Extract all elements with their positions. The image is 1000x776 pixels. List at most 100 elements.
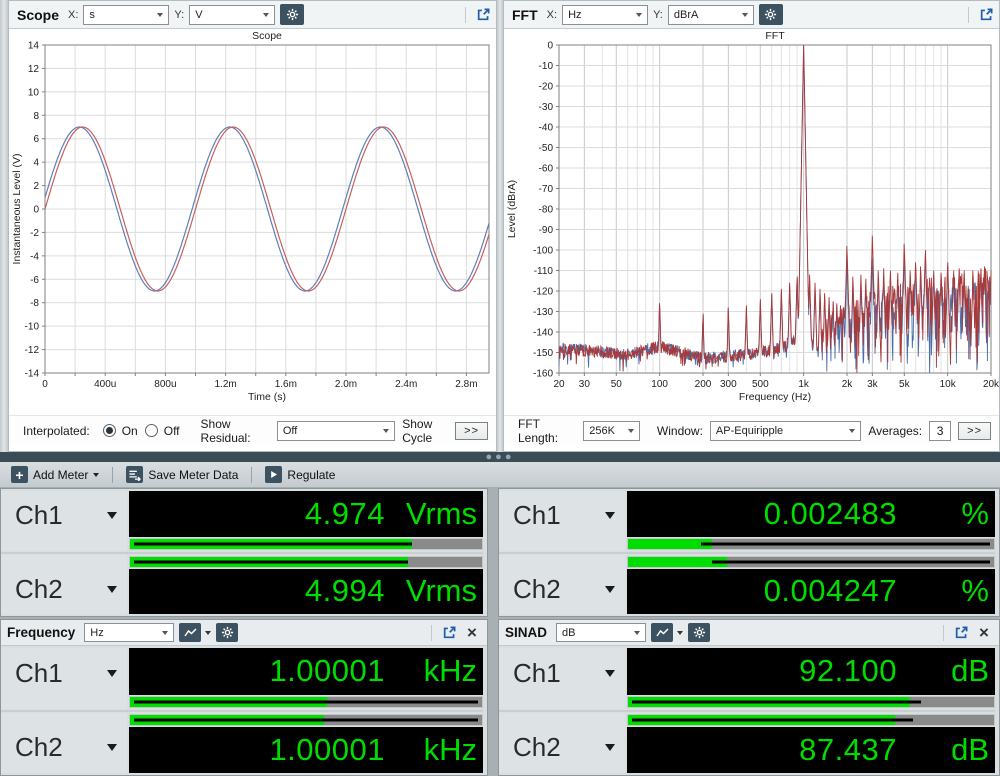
- svg-text:2k: 2k: [842, 379, 854, 390]
- fft-x-axis-label: X:: [547, 9, 557, 21]
- sinad-ch2-select[interactable]: Ch2: [499, 713, 625, 774]
- fft-popout-button[interactable]: [977, 6, 995, 24]
- frequency-ch1-select[interactable]: Ch1: [1, 648, 127, 709]
- svg-text:200: 200: [695, 379, 712, 390]
- gear-icon: [286, 8, 299, 21]
- chevron-down-icon: [162, 631, 168, 635]
- svg-text:2: 2: [33, 181, 39, 192]
- sinad-ch1-value-display: 92.100 dB: [627, 648, 995, 695]
- frequency-ch1-bar: [129, 696, 483, 708]
- chevron-down-icon[interactable]: [677, 631, 683, 635]
- svg-text:20: 20: [553, 379, 565, 390]
- chevron-down-icon: [107, 586, 117, 593]
- svg-text:-70: -70: [539, 184, 554, 195]
- show-residual-select[interactable]: Off: [277, 421, 395, 441]
- scope-x-axis-label: X:: [68, 9, 78, 21]
- frequency-ch2-select[interactable]: Ch2: [1, 713, 127, 774]
- fft-more-button[interactable]: >>: [958, 422, 991, 440]
- fft-y-unit-select[interactable]: dBrA: [668, 5, 754, 25]
- svg-text:-140: -140: [533, 328, 553, 339]
- scope-chart[interactable]: -14-12-10-8-6-4-2024681012140400u800u1.2…: [9, 29, 496, 415]
- sinad-ch1-bar: [627, 696, 995, 708]
- interpolated-on-label: On: [122, 424, 138, 438]
- left-panel-gutter[interactable]: [0, 0, 8, 452]
- chevron-down-icon: [605, 670, 615, 677]
- sinad-meter-title: SINAD: [505, 625, 547, 640]
- sinad-meter-header: SINAD dB ×: [499, 620, 999, 646]
- scope-popout-button[interactable]: [474, 6, 492, 24]
- frequency-unit-select[interactable]: Hz: [84, 623, 174, 642]
- sinad-meter-panel: SINAD dB ×: [498, 619, 1000, 776]
- interpolated-off-radio[interactable]: [145, 424, 158, 437]
- meter-channel-row: Ch2 0.004247 %: [499, 555, 995, 615]
- svg-text:-14: -14: [25, 369, 40, 380]
- add-meter-button[interactable]: + Add Meter: [6, 464, 104, 485]
- svg-text:100: 100: [651, 379, 668, 390]
- scope-controls: Interpolated: On Off Show Residual: Off …: [9, 415, 496, 445]
- save-meter-data-button[interactable]: Save Meter Data: [121, 464, 243, 485]
- svg-text:-6: -6: [30, 275, 39, 286]
- sinad-ch1-select[interactable]: Ch1: [499, 648, 625, 709]
- rms-ch1-value-display: 4.974 Vrms: [129, 491, 483, 537]
- svg-text:0: 0: [42, 379, 48, 390]
- frequency-ch2-value-display: 1.00001 kHz: [129, 727, 483, 774]
- frequency-ch2-bar: [129, 714, 483, 726]
- svg-text:2.8m: 2.8m: [455, 379, 477, 390]
- sinad-unit-select[interactable]: dB: [556, 623, 646, 642]
- svg-text:-160: -160: [533, 369, 553, 380]
- frequency-settings-button[interactable]: [216, 623, 238, 642]
- fft-x-unit-select[interactable]: Hz: [562, 5, 648, 25]
- frequency-close-button[interactable]: ×: [463, 624, 481, 642]
- meter-channel-row: Ch1 4.974 Vrms: [1, 491, 483, 551]
- rms-ch1-select[interactable]: Ch1: [1, 491, 127, 551]
- svg-text:2.0m: 2.0m: [335, 379, 357, 390]
- svg-text:Time (s): Time (s): [248, 391, 286, 403]
- svg-text:-80: -80: [539, 205, 554, 216]
- thdn-ch1-select[interactable]: Ch1: [499, 491, 625, 551]
- rms-ch1-bar: [129, 538, 483, 550]
- scope-x-unit-select[interactable]: s: [83, 5, 169, 25]
- rms-ch2-select[interactable]: Ch2: [1, 555, 127, 615]
- sinad-close-button[interactable]: ×: [975, 624, 993, 642]
- svg-text:Scope: Scope: [252, 30, 282, 42]
- averages-input[interactable]: 3: [929, 421, 951, 441]
- popout-icon: [954, 625, 969, 640]
- fft-settings-button[interactable]: [759, 4, 783, 25]
- fft-chart[interactable]: -160-150-140-130-120-110-100-90-80-70-60…: [504, 29, 999, 415]
- svg-text:-60: -60: [539, 164, 554, 175]
- svg-text:-10: -10: [539, 61, 554, 72]
- show-cycle-button[interactable]: >>: [455, 422, 488, 440]
- mini-chart-icon: [184, 628, 197, 638]
- thdn-ch2-bar: [627, 556, 995, 568]
- frequency-meter-panel: Frequency Hz ×: [0, 619, 488, 776]
- chevron-down-icon: [605, 512, 615, 519]
- svg-text:2.4m: 2.4m: [395, 379, 417, 390]
- frequency-popout-button[interactable]: [440, 624, 458, 642]
- window-select[interactable]: AP-Equiripple: [710, 421, 861, 441]
- thdn-ch2-select[interactable]: Ch2: [499, 555, 625, 615]
- svg-text:10k: 10k: [940, 379, 957, 390]
- chevron-down-icon: [605, 744, 615, 751]
- scope-y-unit-select[interactable]: V: [189, 5, 275, 25]
- mini-chart-icon: [656, 628, 669, 638]
- frequency-meter-title: Frequency: [7, 625, 75, 640]
- regulate-button[interactable]: Regulate: [260, 464, 340, 485]
- channel-divider: [1, 710, 483, 712]
- scope-settings-button[interactable]: [280, 4, 304, 25]
- fft-length-label: FFT Length:: [518, 417, 576, 445]
- rms-ch2-value-display: 4.994 Vrms: [129, 569, 483, 615]
- frequency-graph-button[interactable]: [179, 623, 201, 642]
- chevron-down-icon[interactable]: [205, 631, 211, 635]
- meters-grid: Ch1 4.974 Vrms Ch2: [0, 488, 1000, 776]
- svg-text:-2: -2: [30, 228, 39, 239]
- svg-text:400u: 400u: [94, 379, 116, 390]
- sinad-settings-button[interactable]: [688, 623, 710, 642]
- plus-icon: +: [11, 466, 28, 483]
- fft-length-select[interactable]: 256K: [583, 421, 640, 441]
- sinad-graph-button[interactable]: [651, 623, 673, 642]
- svg-text:0: 0: [547, 41, 553, 52]
- svg-text:-110: -110: [534, 266, 554, 277]
- splitter-handle[interactable]: ●●●: [0, 452, 1000, 462]
- interpolated-on-radio[interactable]: [103, 424, 116, 437]
- sinad-popout-button[interactable]: [952, 624, 970, 642]
